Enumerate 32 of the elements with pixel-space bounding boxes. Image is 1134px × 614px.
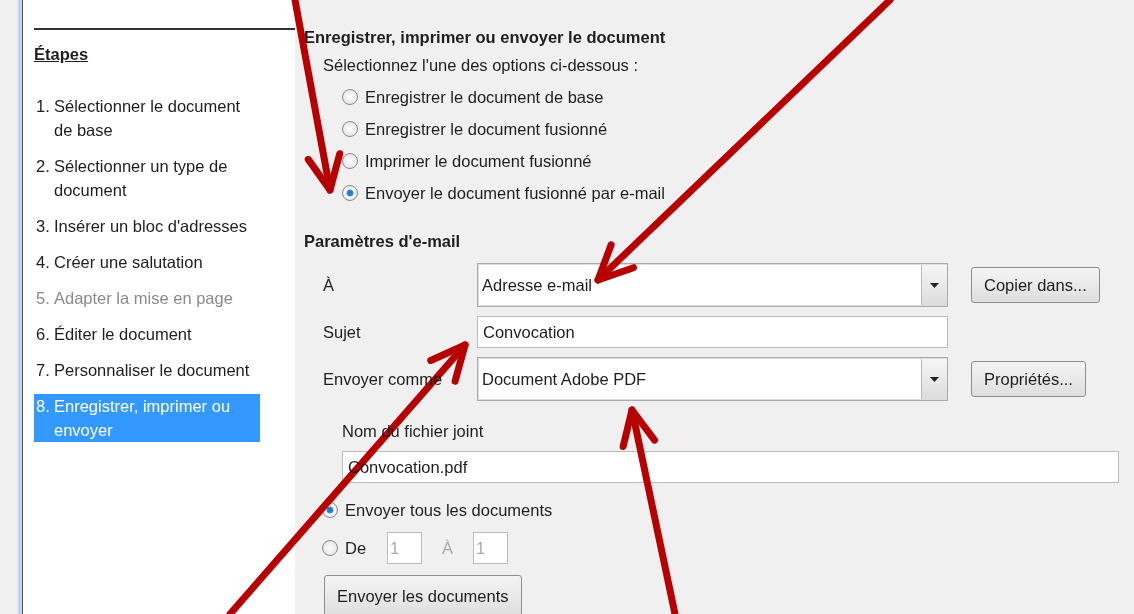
- radio-label: Envoyer tous les documents: [345, 499, 553, 521]
- radio-label: Envoyer le document fusionné par e-mail: [365, 182, 665, 204]
- step-item[interactable]: 3. Insérer un bloc d'adresses: [34, 214, 260, 238]
- dropdown-arrow-icon: [930, 376, 939, 382]
- step-item[interactable]: 1. Sélectionner le document de base: [34, 94, 260, 142]
- step-item[interactable]: 6. Éditer le document: [34, 322, 260, 346]
- field-label: À: [442, 537, 454, 559]
- radio-button[interactable]: [342, 89, 358, 105]
- steps-heading: Étapes: [34, 28, 295, 94]
- step-item[interactable]: 4. Créer une salutation: [34, 250, 260, 274]
- radio-label: Enregistrer le document de base: [365, 86, 604, 108]
- dropdown[interactable]: Adresse e-mail: [477, 263, 948, 307]
- dropdown-arrow-icon: [930, 282, 939, 288]
- email-heading: Paramètres d'e-mail: [304, 231, 462, 252]
- copy-to-button[interactable]: Copier dans...: [971, 267, 1100, 303]
- step-item[interactable]: 7. Personnaliser le document: [34, 358, 260, 382]
- section-title: Enregistrer, imprimer ou envoyer le document: [304, 27, 667, 48]
- field-label: Sujet: [323, 321, 362, 343]
- radio-label: Enregistrer le document fusionné: [365, 118, 608, 140]
- send-documents-button[interactable]: Envoyer les documents: [324, 575, 522, 614]
- dropdown[interactable]: Document Adobe PDF: [477, 357, 948, 401]
- radio-button[interactable]: [342, 153, 358, 169]
- step-item[interactable]: 2. Sélectionner un type de document: [34, 154, 260, 202]
- properties-button[interactable]: Propriétés...: [971, 361, 1086, 397]
- radio-label: Imprimer le document fusionné: [365, 150, 592, 172]
- radio-button[interactable]: [342, 185, 358, 201]
- subject-field[interactable]: Convocation: [477, 316, 948, 348]
- radio-button[interactable]: [322, 540, 338, 556]
- instruction-text: Sélectionnez l'une des options ci-dessous :: [323, 55, 639, 76]
- field-label: À: [323, 274, 335, 296]
- radio-label: De: [345, 537, 367, 559]
- radio-button[interactable]: [342, 121, 358, 137]
